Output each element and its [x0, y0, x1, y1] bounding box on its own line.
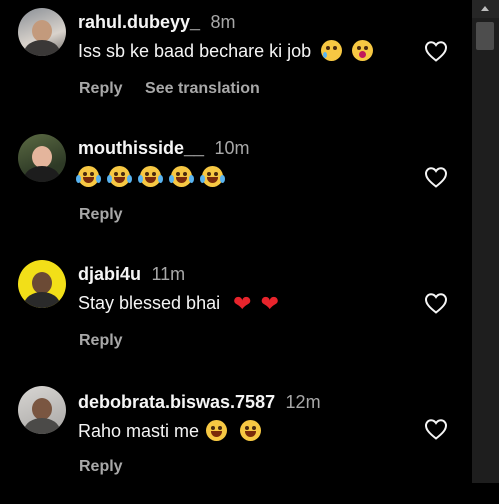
username[interactable]: mouthisside__	[78, 138, 204, 158]
comment-meta: rahul.dubeyy_ 8m	[78, 12, 236, 33]
reply-button[interactable]: Reply	[79, 332, 123, 349]
comment-item: rahul.dubeyy_ 8m Iss sb ke baad bechare …	[0, 0, 472, 126]
avatar[interactable]	[18, 134, 66, 182]
comment-body: Stay blessed bhai	[78, 293, 221, 313]
comment-actions: Reply	[79, 206, 123, 224]
comment-item: mouthisside__ 10m Reply	[0, 126, 472, 252]
heart-outline-icon[interactable]	[424, 418, 448, 440]
reply-button[interactable]: Reply	[79, 206, 123, 223]
vertical-scrollbar[interactable]	[472, 0, 499, 483]
comment-actions: Reply See translation	[79, 80, 260, 98]
see-translation-button[interactable]: See translation	[145, 80, 260, 97]
scrollbar-thumb[interactable]	[476, 22, 494, 50]
reply-button[interactable]: Reply	[79, 80, 123, 97]
comment-meta: djabi4u 11m	[78, 264, 185, 285]
comments-list: rahul.dubeyy_ 8m Iss sb ke baad bechare …	[0, 0, 472, 483]
red-heart-emoji-icon: ❤	[233, 292, 252, 317]
comment-text: Raho masti me	[78, 420, 262, 442]
face-with-tears-of-joy-emoji-icon	[76, 166, 101, 187]
avatar[interactable]	[18, 8, 66, 56]
grinning-squinting-face-emoji-icon	[240, 420, 262, 441]
comment-body: Iss sb ke baad bechare ki job	[78, 41, 312, 61]
avatar[interactable]	[18, 386, 66, 434]
grinning-squinting-face-emoji-icon	[206, 420, 228, 441]
triangle-up-icon[interactable]	[472, 0, 499, 18]
face-with-tears-of-joy-emoji-icon	[107, 166, 133, 187]
face-with-tears-of-joy-emoji-icon	[138, 166, 164, 187]
comment-item: debobrata.biswas.7587 12m Raho masti me …	[0, 378, 472, 504]
pleading-face-with-tear-emoji-icon	[321, 40, 343, 61]
timestamp: 11m	[151, 264, 186, 284]
comment-actions: Reply	[79, 458, 123, 476]
username[interactable]: rahul.dubeyy_	[78, 12, 200, 32]
timestamp: 8m	[210, 12, 236, 32]
red-heart-emoji-icon: ❤	[260, 292, 279, 317]
comment-text: Stay blessed bhai ❤ ❤	[78, 292, 279, 317]
heart-outline-icon[interactable]	[424, 40, 448, 62]
comment-text	[73, 166, 226, 188]
heart-outline-icon[interactable]	[424, 166, 448, 188]
username[interactable]: djabi4u	[78, 264, 141, 284]
comment-actions: Reply	[79, 332, 123, 350]
hushed-face-emoji-icon	[352, 40, 374, 61]
face-with-tears-of-joy-emoji-icon	[200, 166, 226, 187]
comment-text: Iss sb ke baad bechare ki job	[78, 40, 374, 62]
username[interactable]: debobrata.biswas.7587	[78, 392, 275, 412]
avatar[interactable]	[18, 260, 66, 308]
reply-button[interactable]: Reply	[79, 458, 123, 475]
timestamp: 12m	[285, 392, 321, 412]
face-with-tears-of-joy-emoji-icon	[169, 166, 195, 187]
comment-item: djabi4u 11m Stay blessed bhai ❤ ❤ Reply	[0, 252, 472, 378]
heart-outline-icon[interactable]	[424, 292, 448, 314]
comment-body: Raho masti me	[78, 421, 200, 441]
timestamp: 10m	[214, 138, 250, 158]
comment-meta: debobrata.biswas.7587 12m	[78, 392, 321, 413]
comment-meta: mouthisside__ 10m	[78, 138, 250, 159]
